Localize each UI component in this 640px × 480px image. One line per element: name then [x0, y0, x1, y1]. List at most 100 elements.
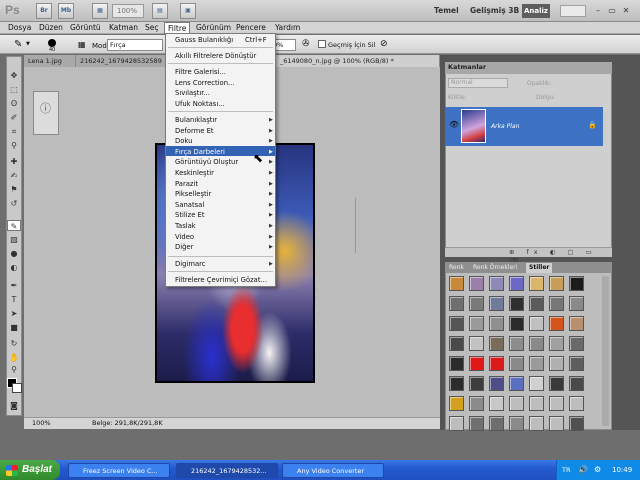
style-swatch[interactable]	[469, 356, 484, 371]
style-swatch[interactable]	[549, 416, 564, 431]
view-extras-icon[interactable]: ▦	[92, 3, 108, 19]
tab-swatches[interactable]: Renk Örnekleri	[470, 263, 520, 273]
minibridge-button[interactable]: Mb	[58, 3, 74, 19]
stamp-tool-icon[interactable]: ⚑	[7, 184, 21, 195]
style-swatch[interactable]	[489, 296, 504, 311]
style-swatch[interactable]	[569, 316, 584, 331]
style-swatch[interactable]	[569, 336, 584, 351]
menu-katman[interactable]: Katman	[106, 22, 141, 34]
style-swatch[interactable]	[469, 416, 484, 431]
task-any-video-converter[interactable]: Any Video Converter	[282, 463, 384, 478]
style-swatch[interactable]	[509, 296, 524, 311]
style-swatch[interactable]	[509, 316, 524, 331]
menu-goruntu[interactable]: Görüntü	[67, 22, 104, 34]
menu-item-sub-12[interactable]: Diğer	[175, 243, 193, 251]
network-icon[interactable]: ⚙	[594, 465, 601, 474]
style-swatch[interactable]	[569, 356, 584, 371]
language-indicator[interactable]: TR	[562, 466, 571, 474]
menu-item-sub-8[interactable]: Sanatsal	[175, 201, 204, 209]
menu-sec[interactable]: Seç	[142, 22, 162, 34]
status-zoom[interactable]: 100%	[32, 419, 51, 427]
menu-item-digimarc[interactable]: Digimarc	[175, 260, 206, 268]
menu-item-sub-3[interactable]: Fırça Darbeleri	[175, 148, 225, 156]
style-swatch[interactable]	[569, 396, 584, 411]
screen-mode-icon[interactable]: ▣	[180, 3, 196, 19]
workspace-temel[interactable]: Temel	[434, 6, 459, 15]
blur-tool-icon[interactable]: ●	[7, 248, 21, 259]
tool-preset-chevron-down-icon[interactable]: ▼	[26, 41, 30, 47]
menu-item-vanishing-point[interactable]: Ufuk Noktası...	[175, 100, 225, 108]
style-swatch[interactable]	[549, 336, 564, 351]
style-swatch[interactable]	[469, 376, 484, 391]
style-swatch[interactable]	[489, 276, 504, 291]
menu-item-sub-5[interactable]: Keskinleştir	[175, 169, 214, 177]
style-swatch[interactable]	[549, 396, 564, 411]
airbrush-icon[interactable]: ✇	[302, 39, 310, 49]
history-brush-tool-icon[interactable]: ↺	[7, 198, 21, 209]
eyedropper-tool-icon[interactable]: ⚲	[7, 140, 21, 151]
blend-mode-select[interactable]: Normal	[448, 78, 508, 88]
hand-tool-icon[interactable]: ✋	[7, 352, 21, 363]
menu-item-sub-6[interactable]: Parazit	[175, 180, 198, 188]
eye-icon[interactable]: 👁	[449, 120, 459, 129]
info-icon[interactable]: ⓘ	[40, 100, 51, 116]
volume-icon[interactable]: 🔊	[578, 465, 588, 474]
style-swatch[interactable]	[549, 276, 564, 291]
style-swatch[interactable]	[469, 396, 484, 411]
path-select-tool-icon[interactable]: ➤	[7, 308, 21, 319]
eraser-tool-icon[interactable]: ✎	[14, 39, 22, 50]
menu-item-filter-gallery[interactable]: Filtre Galerisi...	[175, 68, 226, 76]
style-swatch[interactable]	[489, 416, 504, 431]
healing-tool-icon[interactable]: ✚	[7, 156, 21, 167]
menu-item-sub-10[interactable]: Taslak	[175, 222, 196, 230]
menu-dosya[interactable]: Dosya	[5, 22, 34, 34]
menu-item-sub-1[interactable]: Deforme Et	[175, 127, 214, 135]
marquee-tool-icon[interactable]: ⬚	[7, 84, 21, 95]
style-swatch[interactable]	[469, 336, 484, 351]
style-swatch[interactable]	[489, 376, 504, 391]
minimize-icon[interactable]: –	[592, 5, 604, 17]
style-swatch[interactable]	[449, 316, 464, 331]
brush-panel-icon[interactable]: ▦	[78, 40, 86, 49]
menu-item-browse-online[interactable]: Filtrelere Çevrimiçi Gözat...	[175, 276, 267, 284]
styles-scrollbar[interactable]	[602, 276, 609, 426]
style-swatch[interactable]	[509, 376, 524, 391]
style-swatch[interactable]	[449, 376, 464, 391]
task-photoshop[interactable]: 216242_1679428532...	[176, 463, 278, 478]
menu-item-sub-9[interactable]: Stilize Et	[175, 211, 205, 219]
style-swatch[interactable]	[529, 396, 544, 411]
tab-lena[interactable]: Lena 1.jpg	[24, 55, 76, 67]
style-swatch[interactable]	[529, 296, 544, 311]
menu-item-liquify[interactable]: Sıvılaştır...	[175, 89, 210, 97]
workspace-gelismis[interactable]: Gelişmiş 3B	[470, 6, 519, 15]
lasso-tool-icon[interactable]: ʘ	[7, 98, 21, 109]
style-swatch[interactable]	[549, 356, 564, 371]
3d-rotate-tool-icon[interactable]: ↻	[7, 338, 21, 349]
erase-history-checkbox[interactable]	[318, 40, 326, 48]
style-swatch[interactable]	[449, 336, 464, 351]
pressure-icon[interactable]: ⊘	[380, 39, 388, 49]
tab-active-document[interactable]: _6149080_n.jpg @ 100% (RGB/8) *	[276, 55, 440, 67]
shape-tool-icon[interactable]: ■	[7, 322, 21, 333]
style-swatch[interactable]	[469, 276, 484, 291]
tab-styles[interactable]: Stiller	[526, 263, 553, 273]
menu-item-sub-0[interactable]: Bulanıklaştır	[175, 116, 217, 124]
style-swatch[interactable]	[529, 316, 544, 331]
style-swatch[interactable]	[549, 376, 564, 391]
menu-item-gaussian-blur[interactable]: Gauss Bulanıklığı	[175, 36, 233, 44]
style-swatch[interactable]	[489, 356, 504, 371]
style-swatch[interactable]	[529, 336, 544, 351]
menu-yardim[interactable]: Yardım	[272, 22, 303, 34]
style-swatch[interactable]	[449, 296, 464, 311]
style-swatch[interactable]	[569, 376, 584, 391]
style-swatch[interactable]	[449, 356, 464, 371]
arrange-documents-icon[interactable]: ▤	[152, 3, 168, 19]
mode-select[interactable]: Fırça	[107, 39, 163, 51]
crop-tool-icon[interactable]: ⌗	[7, 126, 21, 137]
quick-select-tool-icon[interactable]: ✐	[7, 112, 21, 123]
style-swatch[interactable]	[449, 276, 464, 291]
style-swatch[interactable]	[549, 316, 564, 331]
style-swatch[interactable]	[509, 276, 524, 291]
menu-item-sub-4[interactable]: Görüntüyü Oluştur	[175, 158, 238, 166]
style-swatch[interactable]	[569, 416, 584, 431]
